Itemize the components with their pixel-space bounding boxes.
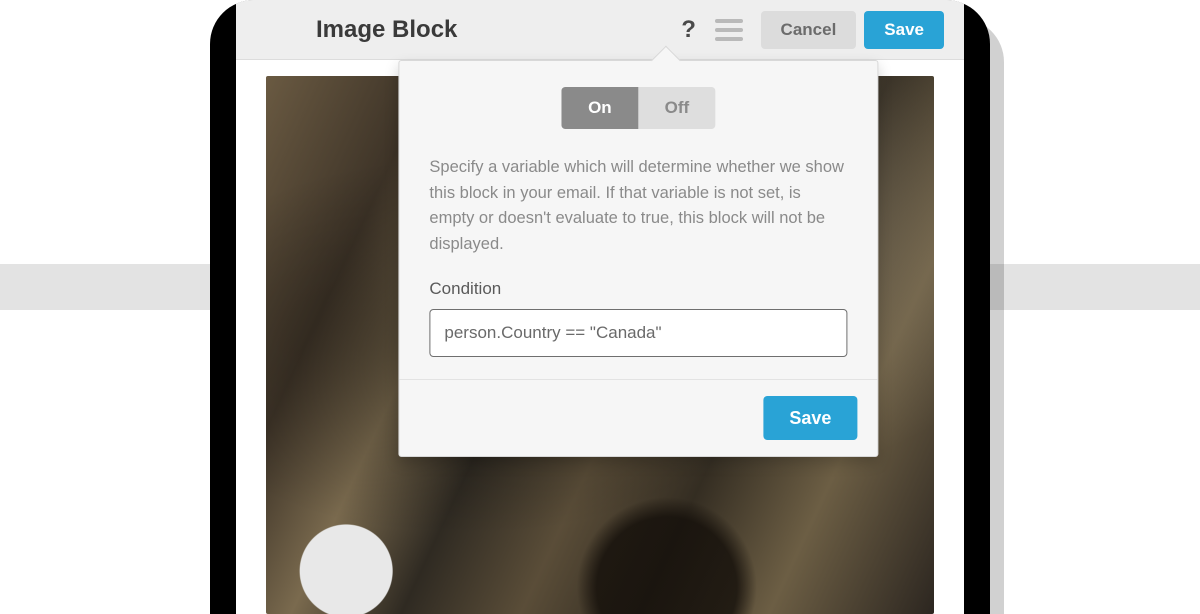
save-button[interactable]: Save (864, 11, 944, 49)
popover-description: Specify a variable which will determine … (429, 155, 847, 257)
help-icon[interactable]: ? (675, 16, 703, 44)
toggle-on-button[interactable]: On (561, 87, 638, 129)
conditional-popover: On Off Specify a variable which will det… (398, 60, 878, 457)
menu-icon[interactable] (715, 19, 743, 41)
block-title: Image Block (316, 16, 457, 44)
screen: Image Block ? Cancel Save On Off Specify… (236, 0, 964, 614)
cancel-button[interactable]: Cancel (761, 11, 857, 49)
popover-body: On Off Specify a variable which will det… (399, 61, 877, 379)
toggle-off-button[interactable]: Off (638, 87, 715, 129)
condition-input[interactable] (429, 309, 847, 357)
editor-toolbar: Image Block ? Cancel Save (236, 0, 964, 60)
popover-footer: Save (399, 379, 877, 456)
condition-toggle: On Off (561, 87, 715, 129)
popover-save-button[interactable]: Save (763, 396, 857, 440)
condition-label: Condition (429, 279, 847, 299)
device-frame: Image Block ? Cancel Save On Off Specify… (210, 0, 990, 614)
